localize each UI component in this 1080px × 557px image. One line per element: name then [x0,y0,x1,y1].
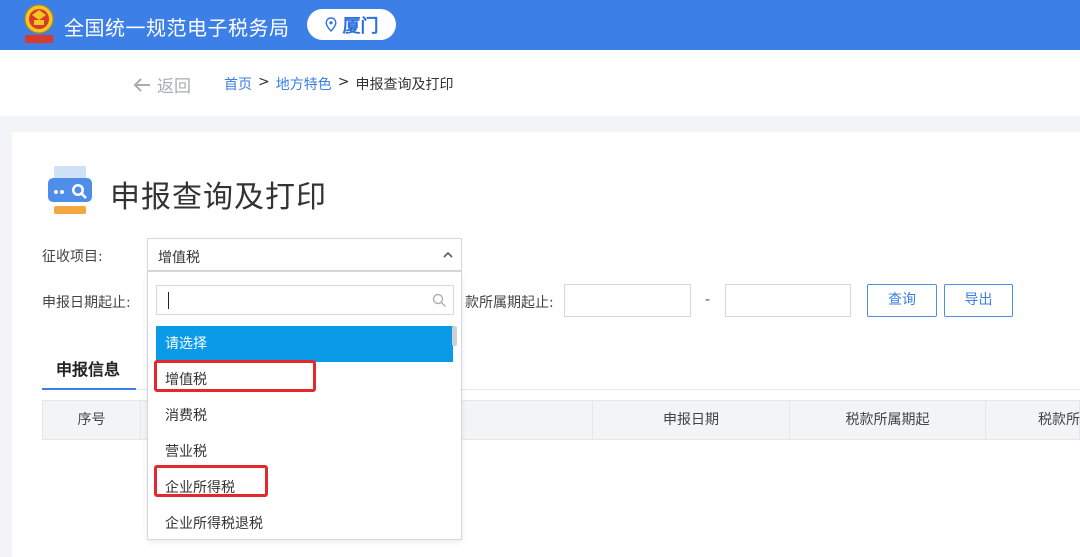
tax-period-end-input[interactable] [725,284,851,317]
collection-item-label: 征收项目: [42,249,103,265]
city-name: 厦门 [342,15,379,37]
option-corporate-income-tax-refund[interactable]: 企业所得税退税 [156,506,453,539]
search-icon [432,293,446,307]
dropdown-options: 请选择 增值税 消费税 营业税 企业所得税 企业所得税退税 [156,326,453,539]
column-header-index: 序号 [43,401,141,439]
column-header-period-end: 税款所 [1038,412,1080,428]
collection-item-dropdown: 请选择 增值税 消费税 营业税 企业所得税 企业所得税退税 [147,271,462,540]
option-please-select[interactable]: 请选择 [156,326,453,362]
column-header-declare-date: 申报日期 [593,401,790,439]
breadcrumb-home[interactable]: 首页 [224,74,252,94]
query-button[interactable]: 查询 [867,284,937,317]
option-corporate-income-tax[interactable]: 企业所得税 [156,470,453,506]
breadcrumb-separator: > [337,74,350,90]
export-button[interactable]: 导出 [944,284,1013,317]
back-label: 返回 [157,77,191,97]
dropdown-scrollbar[interactable] [452,326,457,346]
dropdown-search-input[interactable] [156,285,454,315]
tax-emblem-icon [24,4,54,43]
option-consumption-tax[interactable]: 消费税 [156,398,453,434]
arrow-left-icon [133,77,150,92]
breadcrumb-separator: > [258,74,270,90]
tab-declaration-info[interactable]: 申报信息 [42,356,136,390]
breadcrumb: 首页 > 地方特色 > 申报查询及打印 [224,74,453,94]
column-header-period-start: 税款所属期起 [790,401,986,439]
breadcrumb-local-features[interactable]: 地方特色 [276,74,332,94]
breadcrumb-bar: 返回 首页 > 地方特色 > 申报查询及打印 [0,50,1080,116]
text-cursor [168,292,169,309]
option-vat[interactable]: 增值税 [156,362,453,398]
chevron-up-icon [443,251,453,258]
top-header: 全国统一规范电子税务局 厦门 [0,0,1080,50]
printer-search-icon [48,166,92,214]
tax-period-start-input[interactable] [564,284,691,317]
option-business-tax[interactable]: 营业税 [156,434,453,470]
page-title: 申报查询及打印 [110,180,327,215]
city-selector[interactable]: 厦门 [307,9,396,40]
breadcrumb-current: 申报查询及打印 [355,77,454,93]
collection-item-value: 增值税 [158,250,200,266]
collection-item-select[interactable]: 增值税 [147,238,462,271]
location-pin-icon [324,17,337,32]
declare-date-label: 申报日期起止: [42,295,131,311]
range-separator: - [705,292,711,308]
back-button[interactable]: 返回 [133,72,191,97]
tax-period-label: 款所属期起止: [465,295,554,311]
app-title: 全国统一规范电子税务局 [64,16,290,40]
